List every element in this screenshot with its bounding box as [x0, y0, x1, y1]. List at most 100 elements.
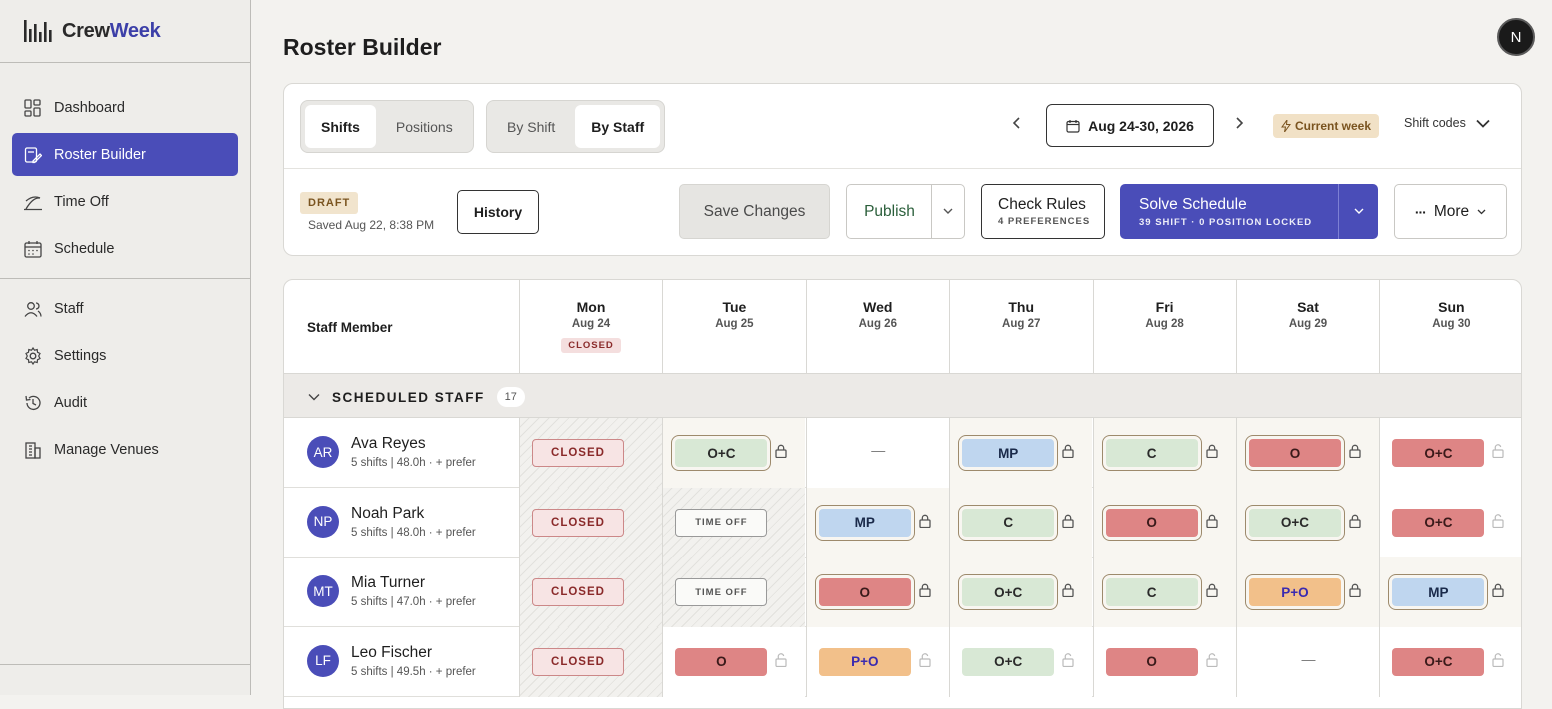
lock-icon[interactable] — [1349, 444, 1361, 458]
shift-chip[interactable]: O+C — [958, 574, 1059, 610]
shift-cell[interactable]: O+C — [662, 418, 806, 488]
sidebar-item-staff[interactable]: Staff — [12, 287, 238, 330]
shift-chip[interactable]: O+C — [1392, 508, 1485, 537]
lock-icon[interactable] — [919, 514, 931, 528]
shift-cell[interactable]: P+O — [805, 626, 949, 697]
lock-icon[interactable] — [1205, 444, 1218, 458]
tab-by-shift[interactable]: By Shift — [491, 105, 571, 148]
shift-chip[interactable]: P+O — [1245, 574, 1345, 610]
shift-chip[interactable]: MP — [814, 504, 915, 541]
sidebar-item-settings[interactable]: Settings — [12, 334, 238, 377]
unlock-icon[interactable] — [775, 652, 787, 667]
unlock-icon[interactable] — [1062, 652, 1074, 667]
shift-chip[interactable]: MP — [958, 435, 1059, 471]
shift-chip[interactable]: O+C — [1245, 504, 1345, 541]
group-header[interactable]: SCHEDULED STAFF 17 — [284, 374, 1521, 418]
publish-dropdown-button[interactable] — [931, 184, 965, 239]
shift-cell[interactable]: MP — [949, 418, 1093, 488]
shift-cell[interactable]: TIME OFF — [662, 487, 806, 558]
shift-cell[interactable]: CLOSED — [519, 557, 662, 627]
shift-chip[interactable]: O+C — [671, 435, 772, 471]
shift-cell[interactable]: CLOSED — [519, 487, 662, 558]
more-button[interactable]: ··· More — [1394, 184, 1507, 239]
shift-cell[interactable]: C — [949, 487, 1093, 558]
chevron-down-icon[interactable] — [308, 393, 320, 401]
unlock-icon[interactable] — [1205, 652, 1218, 667]
sidebar-item-dashboard[interactable]: Dashboard — [12, 86, 238, 129]
lock-icon[interactable] — [1062, 514, 1074, 528]
unlock-icon[interactable] — [1492, 444, 1504, 458]
sidebar-item-time-off[interactable]: Time Off — [12, 180, 238, 223]
sidebar-item-manage-venues[interactable]: Manage Venues — [12, 428, 238, 471]
user-avatar[interactable]: N — [1497, 18, 1535, 56]
shift-chip[interactable]: O — [1101, 504, 1202, 541]
shift-chip[interactable]: O — [675, 647, 768, 676]
tab-shifts[interactable]: Shifts — [305, 105, 376, 148]
lock-icon[interactable] — [1349, 583, 1361, 597]
solve-dropdown-button[interactable] — [1338, 184, 1378, 239]
tab-positions[interactable]: Positions — [380, 105, 469, 148]
check-rules-button[interactable]: Check Rules 4 PREFERENCES — [981, 184, 1105, 239]
shift-chip[interactable]: C — [958, 504, 1059, 541]
shift-cell[interactable]: — — [1236, 626, 1379, 697]
lock-icon[interactable] — [1062, 583, 1074, 597]
shift-cell[interactable]: O — [1092, 626, 1236, 697]
shift-cell[interactable]: O — [1092, 487, 1236, 558]
shift-cell[interactable]: C — [1092, 557, 1236, 627]
publish-button[interactable]: Publish — [846, 184, 932, 239]
solve-schedule-button[interactable]: Solve Schedule 39 SHIFT · 0 POSITION LOC… — [1120, 184, 1338, 239]
sidebar-item-roster-builder[interactable]: Roster Builder — [12, 133, 238, 176]
lock-icon[interactable] — [1062, 444, 1074, 458]
unlock-icon[interactable] — [1492, 652, 1504, 667]
shift-cell[interactable]: O+C — [949, 557, 1093, 627]
shift-chip[interactable]: O+C — [962, 647, 1055, 676]
shift-cell[interactable]: — — [805, 418, 949, 488]
shift-chip[interactable]: C — [1101, 435, 1202, 471]
lock-icon[interactable] — [1205, 514, 1218, 528]
staff-member[interactable]: AR Ava Reyes 5 shifts | 48.0h · + prefer — [284, 418, 519, 488]
shift-cell[interactable]: C — [1092, 418, 1236, 488]
shift-cell[interactable]: MP — [1379, 557, 1521, 627]
save-changes-button[interactable]: Save Changes — [679, 184, 830, 239]
shift-cell[interactable]: CLOSED — [519, 626, 662, 697]
history-button[interactable]: History — [457, 190, 539, 234]
current-week-badge[interactable]: Current week — [1273, 114, 1380, 138]
lock-icon[interactable] — [1205, 583, 1218, 597]
lock-icon[interactable] — [919, 583, 931, 597]
staff-member[interactable]: LF Leo Fischer 5 shifts | 49.5h · + prefer — [284, 627, 519, 697]
shift-chip[interactable]: C — [1101, 574, 1202, 610]
shift-chip[interactable]: O — [1245, 435, 1345, 471]
tab-by-staff[interactable]: By Staff — [575, 105, 661, 148]
shift-cell[interactable]: TIME OFF — [662, 557, 806, 627]
lock-icon[interactable] — [775, 444, 788, 458]
shift-cell[interactable]: O+C — [1379, 487, 1521, 558]
shift-cell[interactable]: O+C — [1379, 418, 1521, 488]
next-week-button[interactable] — [1234, 116, 1244, 135]
unlock-icon[interactable] — [1492, 513, 1504, 528]
sidebar-item-audit[interactable]: Audit — [12, 381, 238, 424]
date-range-picker[interactable]: Aug 24-30, 2026 — [1046, 104, 1214, 147]
app-logo[interactable]: CrewWeek — [24, 18, 161, 44]
staff-member[interactable]: NP Noah Park 5 shifts | 48.0h · + prefer — [284, 488, 519, 558]
shift-cell[interactable]: O+C — [1236, 487, 1379, 558]
shift-cell[interactable]: O — [805, 557, 949, 627]
shift-cell[interactable]: CLOSED — [519, 418, 662, 488]
shift-cell[interactable]: P+O — [1236, 557, 1379, 627]
shift-chip[interactable]: O+C — [1392, 647, 1485, 676]
lock-icon[interactable] — [1492, 583, 1505, 597]
shift-chip[interactable]: O — [814, 574, 915, 610]
shift-chip[interactable]: O+C — [1392, 439, 1485, 467]
shift-chip[interactable]: MP — [1388, 574, 1489, 610]
shift-chip[interactable]: O — [1105, 647, 1198, 676]
shift-cell[interactable]: MP — [805, 487, 949, 558]
shift-chip[interactable]: P+O — [818, 647, 911, 676]
shift-cell[interactable]: O+C — [949, 626, 1093, 697]
staff-member[interactable]: MT Mia Turner 5 shifts | 47.0h · + prefer — [284, 557, 519, 627]
prev-week-button[interactable] — [1012, 116, 1022, 135]
unlock-icon[interactable] — [919, 652, 931, 667]
shift-cell[interactable]: O — [1236, 418, 1379, 488]
lock-icon[interactable] — [1349, 514, 1361, 528]
shift-cell[interactable]: O+C — [1379, 626, 1521, 697]
sidebar-item-schedule[interactable]: Schedule — [12, 227, 238, 270]
shift-codes-dropdown[interactable]: Shift codes — [1404, 116, 1490, 130]
